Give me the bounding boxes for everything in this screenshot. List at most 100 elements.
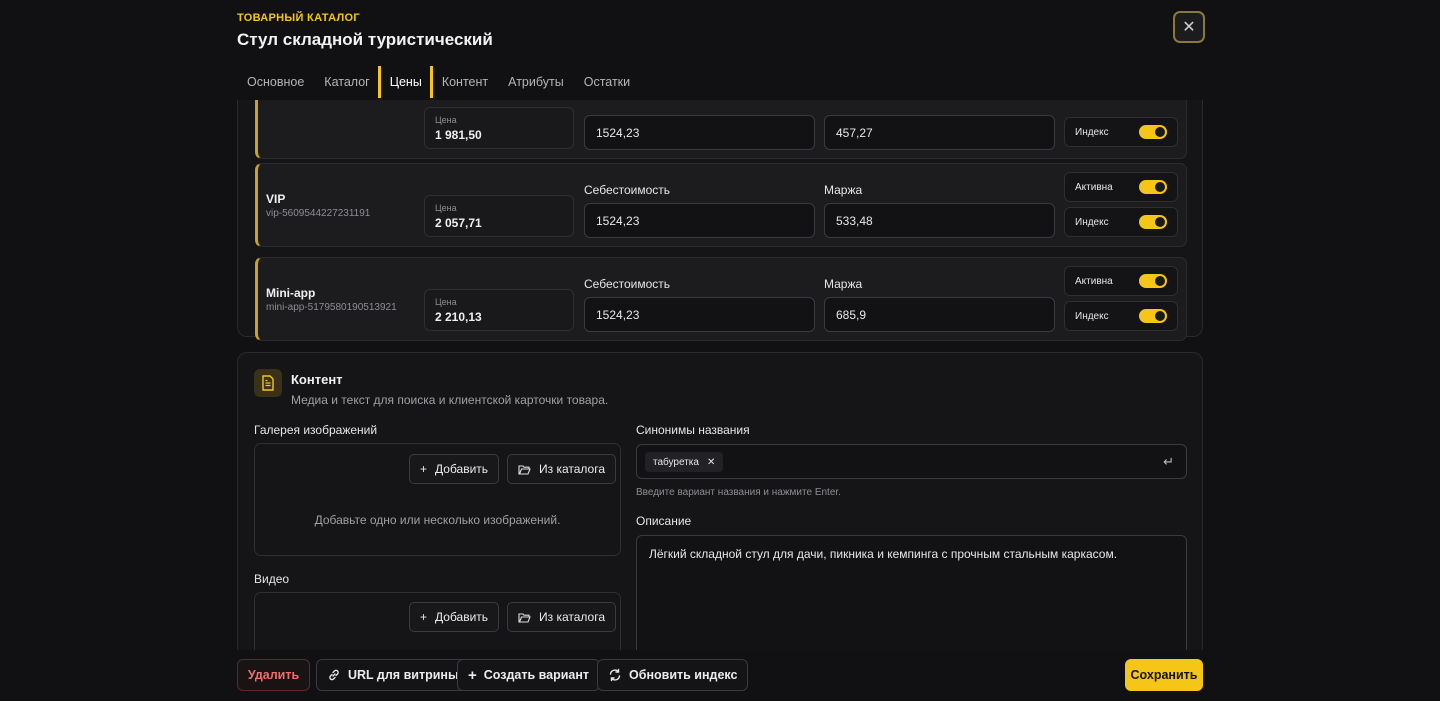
gallery-from-catalog-label: Из каталога xyxy=(539,462,606,476)
refresh-index-button[interactable]: Обновить индекс xyxy=(597,659,749,691)
gallery-add-button[interactable]: + Добавить xyxy=(409,454,500,484)
gallery-label: Галерея изображений xyxy=(254,423,378,437)
toggle-switch[interactable] xyxy=(1139,125,1167,139)
modal-title: Стул складной туристический xyxy=(237,30,493,49)
plus-icon: + xyxy=(420,610,428,624)
modal-eyebrow: ТОВАРНЫЙ КАТАЛОГ xyxy=(237,12,360,24)
gallery-from-catalog-button[interactable]: Из каталога xyxy=(507,454,617,484)
create-variant-label: Создать вариант xyxy=(483,668,590,682)
cost-input[interactable]: 1524,23 xyxy=(584,115,815,150)
synonyms-hint: Введите вариант названия и нажмите Enter… xyxy=(636,487,841,498)
synonyms-input[interactable]: табуретка ✕ ↵ xyxy=(636,444,1187,479)
storefront-url-label: URL для витрины xyxy=(348,668,459,682)
price-row-code: mini-app-5179580190513921 xyxy=(266,302,397,313)
price-label: Цена xyxy=(435,203,457,213)
margin-label: Маржа xyxy=(824,277,863,291)
active-toggle-label: Активна xyxy=(1075,275,1113,287)
price-value: 2 057,71 xyxy=(435,216,482,230)
document-icon xyxy=(254,369,282,397)
index-toggle[interactable]: Индекс xyxy=(1064,207,1178,237)
content-subtitle: Медиа и текст для поиска и клиентской ка… xyxy=(291,393,609,407)
content-section: Контент Медиа и текст для поиска и клиен… xyxy=(237,352,1203,650)
delete-button[interactable]: Удалить xyxy=(237,659,310,691)
synonym-chip-label: табуретка xyxy=(653,456,699,468)
price-label: Цена xyxy=(435,115,457,125)
margin-input[interactable]: 685,9 xyxy=(824,297,1055,332)
tab-main[interactable]: Основное xyxy=(237,64,314,100)
refresh-icon xyxy=(609,668,621,682)
price-label: Цена xyxy=(435,297,457,307)
index-toggle-label: Индекс xyxy=(1075,216,1109,228)
toggle-switch[interactable] xyxy=(1139,309,1167,323)
synonym-chip: табуретка ✕ xyxy=(645,452,724,472)
gallery-dropzone[interactable]: + Добавить Из каталога Добавьте одно или… xyxy=(254,443,621,556)
margin-input[interactable]: 533,48 xyxy=(824,203,1055,238)
active-toggle[interactable]: Активна xyxy=(1064,172,1178,202)
tab-stock[interactable]: Остатки xyxy=(574,64,640,100)
tab-content[interactable]: Контент xyxy=(432,64,498,100)
plus-icon: + xyxy=(420,462,428,476)
price-row-code: vip-5609544227231191 xyxy=(266,208,371,219)
delete-label: Удалить xyxy=(247,668,300,682)
index-toggle[interactable]: Индекс xyxy=(1064,117,1178,147)
modal-body[interactable]: Цена 1 981,50 1524,23 457,27 Индекс VIP … xyxy=(0,100,1440,650)
video-add-button[interactable]: + Добавить xyxy=(409,602,500,632)
close-button[interactable]: ✕ xyxy=(1173,11,1205,43)
price-row: Цена 1 981,50 1524,23 457,27 Индекс xyxy=(255,100,1187,159)
video-from-catalog-label: Из каталога xyxy=(539,610,606,624)
description-label: Описание xyxy=(636,514,692,528)
price-row-name: VIP xyxy=(266,192,286,206)
close-icon: ✕ xyxy=(1182,19,1196,36)
cost-label: Себестоимость xyxy=(584,183,671,197)
gallery-hint: Добавьте одно или несколько изображений. xyxy=(314,513,561,527)
gallery-add-label: Добавить xyxy=(435,462,489,476)
toggle-switch[interactable] xyxy=(1139,274,1167,288)
margin-input[interactable]: 457,27 xyxy=(824,115,1055,150)
tab-bar: Основное Каталог Цены Контент Атрибуты О… xyxy=(237,64,1203,100)
tab-attributes[interactable]: Атрибуты xyxy=(498,64,574,100)
video-add-label: Добавить xyxy=(435,610,489,624)
video-dropzone[interactable]: + Добавить Из каталога xyxy=(254,592,621,650)
price-display: Цена 1 981,50 xyxy=(424,107,574,149)
cost-input[interactable]: 1524,23 xyxy=(584,297,815,332)
folder-open-icon xyxy=(518,612,531,623)
margin-label: Маржа xyxy=(824,183,863,197)
link-icon xyxy=(329,669,339,681)
save-button[interactable]: Сохранить xyxy=(1125,659,1203,691)
save-label: Сохранить xyxy=(1130,668,1198,682)
synonyms-label: Синонимы названия xyxy=(636,423,750,437)
modal-footer: Удалить URL для витрины + Создать вариан… xyxy=(0,650,1440,701)
tab-prices[interactable]: Цены xyxy=(380,64,433,100)
active-toggle[interactable]: Активна xyxy=(1064,266,1178,296)
price-row: VIP vip-5609544227231191 Цена 2 057,71 С… xyxy=(255,163,1187,247)
price-value: 2 210,13 xyxy=(435,310,482,324)
description-textarea[interactable]: Лёгкий складной стул для дачи, пикника и… xyxy=(636,535,1187,650)
chip-remove-icon[interactable]: ✕ xyxy=(707,457,715,468)
product-modal: ТОВАРНЫЙ КАТАЛОГ Стул складной туристиче… xyxy=(0,0,1440,701)
refresh-index-label: Обновить индекс xyxy=(629,668,738,682)
toggle-switch[interactable] xyxy=(1139,180,1167,194)
tab-catalog[interactable]: Каталог xyxy=(314,64,382,100)
active-toggle-label: Активна xyxy=(1075,181,1113,193)
price-display: Цена 2 057,71 xyxy=(424,195,574,237)
prices-section: Цена 1 981,50 1524,23 457,27 Индекс VIP … xyxy=(237,100,1203,341)
cost-input[interactable]: 1524,23 xyxy=(584,203,815,238)
enter-icon: ↵ xyxy=(1163,454,1174,469)
price-row-name: Mini-app xyxy=(266,286,316,300)
price-value: 1 981,50 xyxy=(435,128,482,142)
index-toggle[interactable]: Индекс xyxy=(1064,301,1178,331)
create-variant-button[interactable]: + Создать вариант xyxy=(457,659,601,691)
modal-header: ТОВАРНЫЙ КАТАЛОГ Стул складной туристиче… xyxy=(237,12,493,50)
index-toggle-label: Индекс xyxy=(1075,126,1109,138)
content-title: Контент xyxy=(291,372,343,387)
price-row: Mini-app mini-app-5179580190513921 Цена … xyxy=(255,257,1187,341)
price-display: Цена 2 210,13 xyxy=(424,289,574,331)
cost-label: Себестоимость xyxy=(584,277,671,291)
storefront-url-button[interactable]: URL для витрины xyxy=(316,659,470,691)
plus-icon: + xyxy=(468,666,477,684)
folder-open-icon xyxy=(518,464,531,475)
video-from-catalog-button[interactable]: Из каталога xyxy=(507,602,617,632)
video-label: Видео xyxy=(254,572,290,586)
toggle-switch[interactable] xyxy=(1139,215,1167,229)
index-toggle-label: Индекс xyxy=(1075,310,1109,322)
